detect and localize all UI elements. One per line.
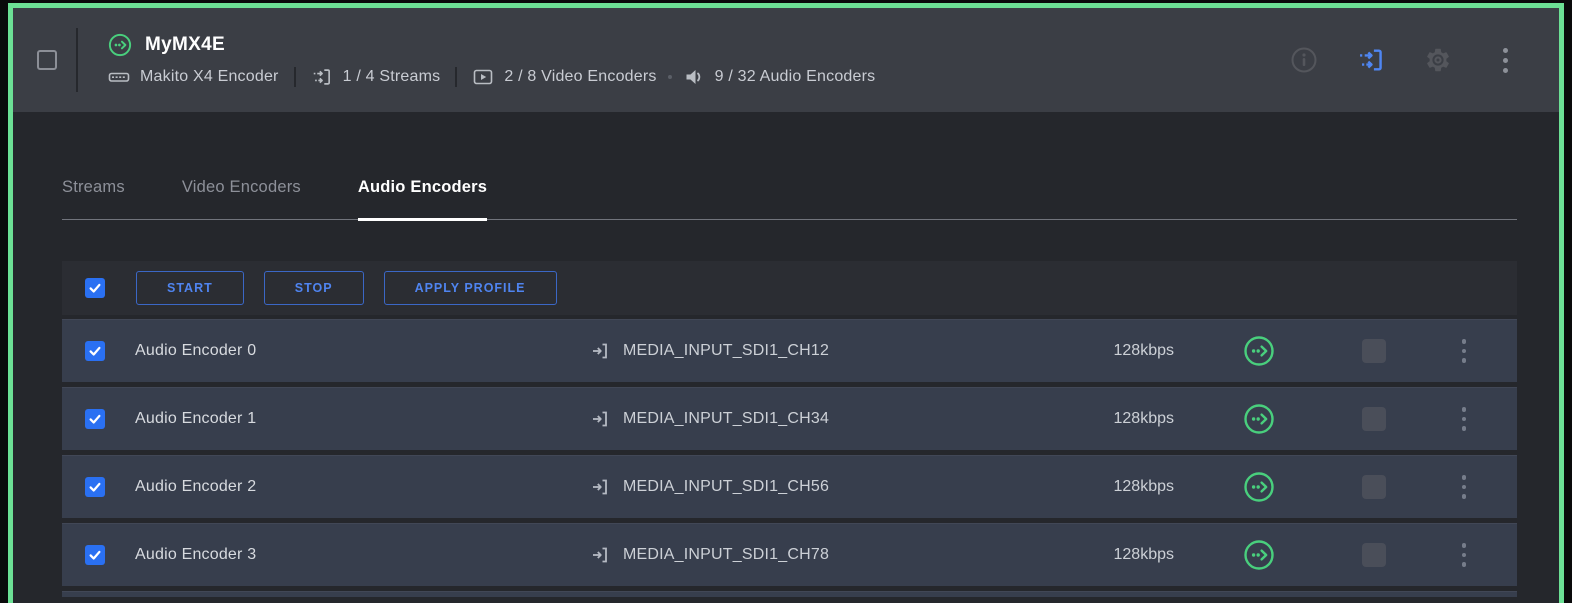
streams-metric-icon xyxy=(311,66,333,88)
row-checkbox[interactable] xyxy=(85,477,105,497)
device-select-checkbox[interactable] xyxy=(37,50,57,70)
bulk-actions-toolbar: START STOP APPLY PROFILE xyxy=(62,261,1517,315)
appliance-icon xyxy=(108,66,130,88)
device-card: MyMX4E Makito X4 Encoder xyxy=(8,3,1564,603)
row-more-options-icon[interactable] xyxy=(1462,475,1467,499)
select-all-checkbox[interactable] xyxy=(85,278,105,298)
encoder-input: MEDIA_INPUT_SDI1_CH12 xyxy=(623,342,829,360)
table-row-partial xyxy=(62,591,1517,597)
stop-button[interactable]: STOP xyxy=(264,271,364,305)
row-more-options-icon[interactable] xyxy=(1462,339,1467,363)
start-button[interactable]: START xyxy=(136,271,244,305)
metric-divider xyxy=(455,67,457,87)
input-source-icon xyxy=(590,477,610,497)
streaming-status-icon xyxy=(1204,403,1314,435)
video-encoders-metric: 2 / 8 Video Encoders xyxy=(504,68,656,86)
encoder-name: Audio Encoder 1 xyxy=(135,410,590,428)
video-encoders-icon xyxy=(472,66,494,88)
input-source-icon xyxy=(590,341,610,361)
encoder-input: MEDIA_INPUT_SDI1_CH56 xyxy=(623,478,829,496)
thumbnail-placeholder xyxy=(1362,339,1386,363)
encoder-bitrate: 128kbps xyxy=(1074,342,1204,360)
metric-divider xyxy=(294,67,296,87)
device-title-block: MyMX4E Makito X4 Encoder xyxy=(108,33,875,88)
dot-separator xyxy=(668,75,672,79)
info-icon[interactable] xyxy=(1290,46,1318,74)
encoder-input: MEDIA_INPUT_SDI1_CH34 xyxy=(623,410,829,428)
streaming-status-icon xyxy=(108,33,132,57)
encoder-name: Audio Encoder 2 xyxy=(135,478,590,496)
encoder-name: Audio Encoder 0 xyxy=(135,342,590,360)
row-checkbox[interactable] xyxy=(85,545,105,565)
device-type-label: Makito X4 Encoder xyxy=(140,68,279,86)
encoder-bitrate: 128kbps xyxy=(1074,478,1204,496)
stream-routing-icon[interactable] xyxy=(1357,46,1385,74)
table-row[interactable]: Audio Encoder 3 MEDIA_INPUT_SDI1_CH78 12… xyxy=(62,523,1517,586)
audio-encoder-list: Audio Encoder 0 MEDIA_INPUT_SDI1_CH12 12… xyxy=(62,319,1517,597)
row-checkbox[interactable] xyxy=(85,409,105,429)
encoder-bitrate: 128kbps xyxy=(1074,546,1204,564)
encoder-bitrate: 128kbps xyxy=(1074,410,1204,428)
device-card-header: MyMX4E Makito X4 Encoder xyxy=(13,8,1559,112)
encoder-tabs: Streams Video Encoders Audio Encoders xyxy=(62,112,1517,220)
encoder-input: MEDIA_INPUT_SDI1_CH78 xyxy=(623,546,829,564)
table-row[interactable]: Audio Encoder 1 MEDIA_INPUT_SDI1_CH34 12… xyxy=(62,387,1517,450)
tab-streams[interactable]: Streams xyxy=(62,178,125,219)
device-name: MyMX4E xyxy=(145,34,225,56)
streaming-status-icon xyxy=(1204,539,1314,571)
settings-gear-icon[interactable] xyxy=(1424,46,1452,74)
input-source-icon xyxy=(590,545,610,565)
audio-encoders-metric: 9 / 32 Audio Encoders xyxy=(715,68,876,86)
thumbnail-placeholder xyxy=(1362,543,1386,567)
audio-encoders-icon xyxy=(683,66,705,88)
row-more-options-icon[interactable] xyxy=(1462,407,1467,431)
thumbnail-placeholder xyxy=(1362,407,1386,431)
input-source-icon xyxy=(590,409,610,429)
table-row[interactable]: Audio Encoder 0 MEDIA_INPUT_SDI1_CH12 12… xyxy=(62,319,1517,382)
thumbnail-placeholder xyxy=(1362,475,1386,499)
apply-profile-button[interactable]: APPLY PROFILE xyxy=(384,271,557,305)
row-more-options-icon[interactable] xyxy=(1462,543,1467,567)
tab-video-encoders[interactable]: Video Encoders xyxy=(182,178,301,219)
encoder-name: Audio Encoder 3 xyxy=(135,546,590,564)
streaming-status-icon xyxy=(1204,335,1314,367)
table-row[interactable]: Audio Encoder 2 MEDIA_INPUT_SDI1_CH56 12… xyxy=(62,455,1517,518)
tab-audio-encoders[interactable]: Audio Encoders xyxy=(358,178,487,219)
streams-metric: 1 / 4 Streams xyxy=(343,68,441,86)
more-options-icon[interactable] xyxy=(1491,46,1519,74)
header-divider xyxy=(76,28,78,92)
row-checkbox[interactable] xyxy=(85,341,105,361)
header-actions xyxy=(1290,46,1519,74)
streaming-status-icon xyxy=(1204,471,1314,503)
